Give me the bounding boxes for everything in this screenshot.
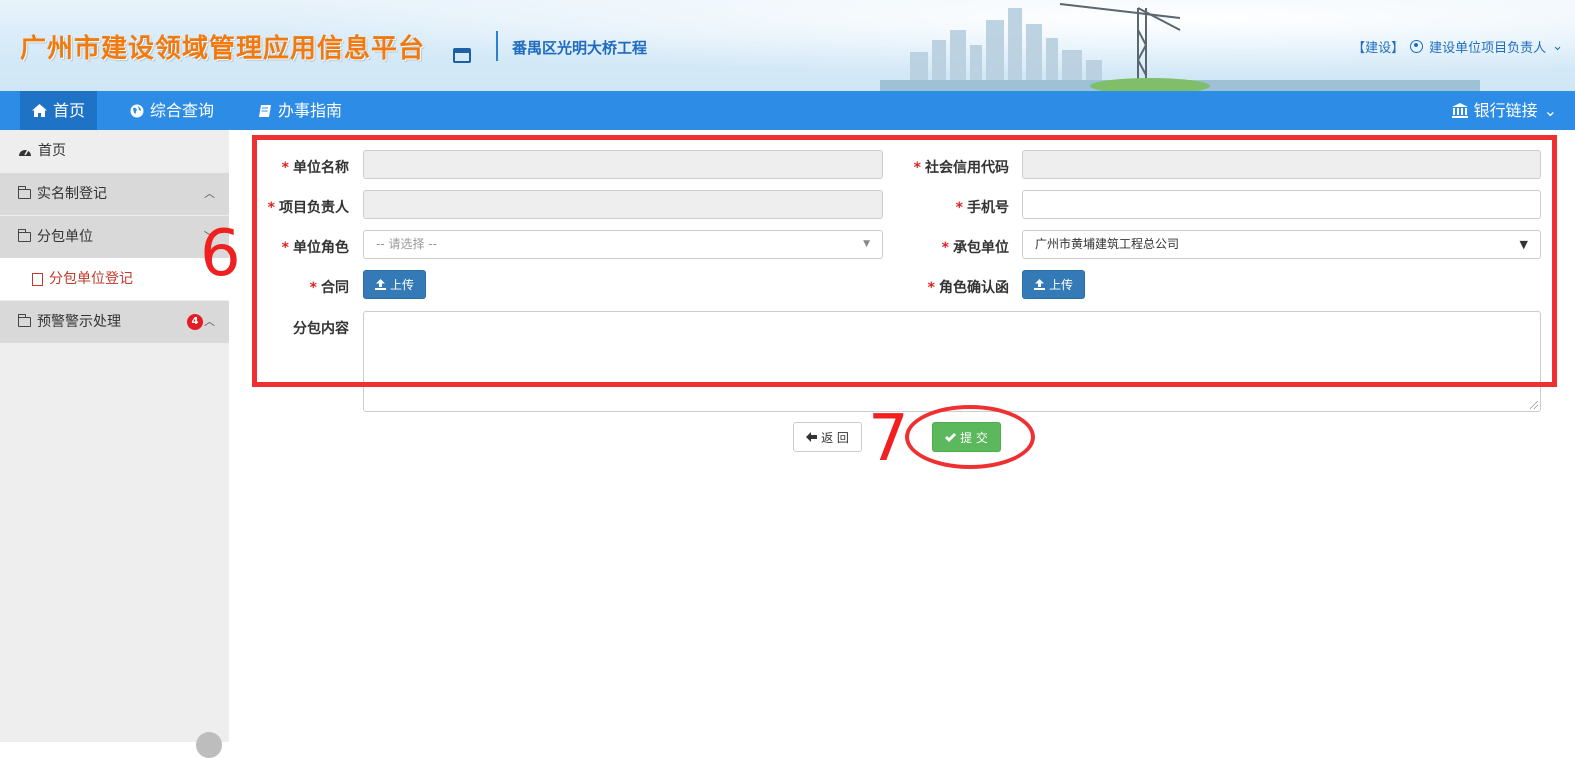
chevron-up-icon: ︿: [204, 315, 215, 328]
sidebar-item-label: 分包单位登记: [49, 271, 133, 287]
sidebar-item-label: 预警警示处理: [37, 314, 121, 330]
nav-item-home[interactable]: 首页: [20, 91, 98, 130]
notification-badge: 4: [187, 314, 203, 330]
project-name: 番禺区光明大桥工程: [512, 39, 648, 57]
chevron-up-icon: ︿: [204, 187, 215, 200]
nav-item-label: 办事指南: [278, 101, 343, 120]
dashboard-icon: [19, 149, 31, 156]
app-title: 广州市建设领域管理应用信息平台: [20, 34, 426, 64]
nav-item-query[interactable]: 综合查询: [130, 91, 214, 130]
main-navbar: 首页 综合查询 办事指南 银行链接 ⌄: [0, 91, 1575, 130]
bank-links-menu[interactable]: 银行链接 ⌄: [1451, 91, 1557, 130]
bank-icon: [1451, 103, 1468, 118]
chevron-down-icon: ⌄: [1552, 39, 1563, 54]
file-icon: [32, 272, 43, 286]
sidebar-item-subcontract-register[interactable]: 分包单位登记: [0, 258, 229, 300]
back-button[interactable]: 返 回: [793, 422, 862, 452]
folder-open-icon: [18, 229, 31, 242]
annotation-step-number: 7: [868, 402, 909, 476]
book-icon: [259, 104, 271, 117]
sidebar-item-label: 实名制登记: [37, 186, 107, 202]
sidebar-item-subcontract[interactable]: 分包单位 ﹀: [0, 216, 229, 258]
sidebar-item-home[interactable]: 首页: [0, 130, 229, 172]
app-header: 广州市建设领域管理应用信息平台 番禺区光明大桥工程 【建设】 建设单位项目负责人…: [0, 0, 1575, 91]
role-tag: 【建设】: [1352, 41, 1405, 56]
annotation-highlight-ellipse: [905, 405, 1035, 469]
sidebar-scroll-handle[interactable]: [196, 732, 222, 758]
sidebar-item-realname[interactable]: 实名制登记 ︿: [0, 173, 229, 215]
globe-icon: [130, 104, 144, 117]
folder-icon: [18, 314, 31, 327]
user-menu[interactable]: 【建设】 建设单位项目负责人 ⌄: [1352, 37, 1563, 56]
annotation-step-number: 6: [200, 217, 241, 291]
chevron-down-icon: ⌄: [1543, 101, 1557, 120]
resize-grip-icon[interactable]: [1530, 401, 1538, 409]
user-label: 建设单位项目负责人: [1429, 41, 1547, 56]
bank-links-label: 银行链接: [1473, 101, 1538, 120]
nav-item-guide[interactable]: 办事指南: [258, 91, 342, 130]
window-icon[interactable]: [453, 48, 471, 63]
sidebar-item-warning[interactable]: 预警警示处理 4 ︿: [0, 301, 229, 343]
home-icon: [32, 104, 47, 117]
sidebar: 首页 实名制登记 ︿ 分包单位 ﹀ 分包单位登记 预警警示处理 4 ︿: [0, 130, 229, 758]
arrow-left-icon: [806, 432, 818, 442]
nav-item-label: 首页: [53, 101, 86, 120]
folder-icon: [18, 186, 31, 199]
title-divider: [496, 31, 498, 61]
annotation-highlight-box: [252, 135, 1557, 387]
sidebar-item-label: 分包单位: [37, 229, 93, 245]
user-circle-icon: [1410, 40, 1424, 53]
sidebar-item-label: 首页: [38, 143, 66, 159]
nav-item-label: 综合查询: [150, 101, 215, 120]
